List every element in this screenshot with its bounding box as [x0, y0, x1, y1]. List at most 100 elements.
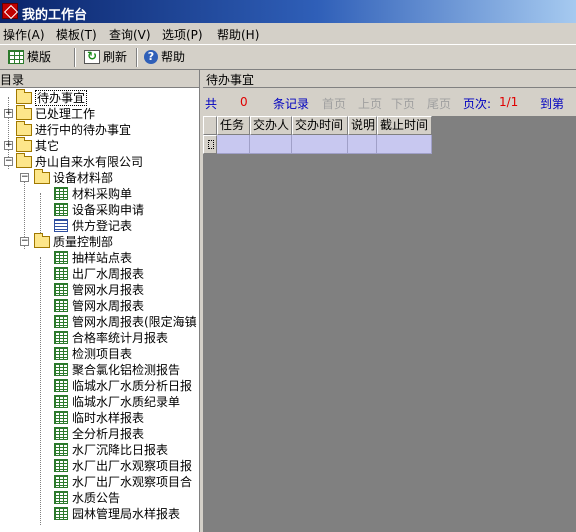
row-selector[interactable] — [203, 135, 217, 154]
tree-item-processed[interactable]: 已处理工作 — [16, 104, 96, 121]
tree-item-report[interactable]: 管网水周报表(限定海镇 — [54, 313, 197, 329]
toolbar-separator — [136, 48, 138, 67]
template-button[interactable]: 模版 — [8, 48, 51, 67]
collapse-icon[interactable]: − — [4, 157, 13, 166]
tree-item-material-purchase[interactable]: 材料采购单 — [54, 185, 132, 201]
tree-item-report[interactable]: 抽样站点表 — [54, 249, 132, 265]
tree-item-report[interactable]: 临城水厂水质分析日报 — [54, 377, 192, 393]
tree-item-report[interactable]: 园林管理局水样报表 — [54, 505, 180, 521]
tree-item-report[interactable]: 全分析月报表 — [54, 425, 144, 441]
tree-item-todo[interactable]: 待办事宜 — [16, 89, 88, 106]
tree-item-label: 材料采购单 — [72, 187, 133, 201]
tree-item-report[interactable]: 水厂沉降比日报表 — [54, 441, 168, 457]
menu-template[interactable]: 模板(T) — [56, 26, 97, 43]
sheet-icon — [54, 491, 68, 504]
tree-item-supplier-register[interactable]: 供方登记表 — [54, 217, 132, 233]
expand-icon[interactable]: + — [4, 109, 13, 118]
sheet-icon — [54, 411, 68, 424]
sheet-icon — [54, 187, 68, 200]
tree-item-report[interactable]: 临城水厂水质纪录单 — [54, 393, 180, 409]
sheet-icon — [54, 363, 68, 376]
pager-total-suffix: 条记录 — [273, 97, 310, 111]
folder-icon — [16, 120, 32, 136]
help-button[interactable]: ? 帮助 — [144, 48, 185, 67]
column-header-note[interactable]: 说明 — [348, 116, 377, 135]
menu-help[interactable]: 帮助(H) — [217, 26, 259, 43]
prev-page-link[interactable]: 上页 — [358, 95, 382, 112]
last-page-link[interactable]: 尾页 — [427, 95, 451, 112]
row-selector-header — [203, 116, 217, 135]
sheet-icon — [54, 459, 68, 472]
page-label: 页次: — [463, 97, 492, 111]
tree-item-report[interactable]: 水质公告 — [54, 489, 120, 505]
tree-item-equipment-dept[interactable]: 设备材料部 — [34, 168, 113, 185]
column-header-assigner[interactable]: 交办人 — [250, 116, 292, 135]
tree-item-quality-dept[interactable]: 质量控制部 — [34, 232, 114, 249]
expand-icon[interactable]: + — [4, 141, 13, 150]
template-button-label: 模版 — [27, 50, 52, 64]
sheet-icon — [54, 443, 68, 456]
menu-operation[interactable]: 操作(A) — [3, 26, 45, 43]
table-cell[interactable] — [377, 135, 432, 154]
sheet-icon — [54, 251, 68, 264]
tree-item-report[interactable]: 管网水月报表 — [54, 281, 144, 297]
tree-item-label: 已处理工作 — [35, 107, 96, 121]
folder-icon — [16, 152, 32, 168]
title-bar: 我的工作台 — [0, 0, 576, 23]
toolbar: 模版 刷新 ?帮助 — [0, 44, 576, 70]
tree-item-report[interactable]: 检测项目表 — [54, 345, 132, 361]
collapse-icon[interactable]: − — [20, 173, 29, 182]
tree-item-label: 供方登记表 — [72, 219, 133, 233]
tree-item-report[interactable]: 聚合氯化铝检测报告 — [54, 361, 180, 377]
sheet-icon — [54, 475, 68, 488]
sheet-icon — [54, 315, 68, 328]
column-header-deadline[interactable]: 截止时间 — [377, 116, 432, 135]
tree-item-report[interactable]: 合格率统计月报表 — [54, 329, 168, 345]
tree-item-label: 进行中的待办事宜 — [35, 123, 132, 137]
tree-item-equipment-request[interactable]: 设备采购申请 — [54, 201, 144, 217]
sheet-icon — [54, 283, 68, 296]
directory-tree[interactable]: 待办事宜 + 已处理工作 进行中的待办事宜 + 其它 − 舟山自来水有限公司 −… — [0, 89, 199, 532]
table-cell[interactable] — [250, 135, 292, 154]
app-icon[interactable] — [2, 3, 18, 19]
tree-item-report[interactable]: 临时水样报表 — [54, 409, 144, 425]
todo-pane: 待办事宜 共 0 条记录 首页 上页 下页 尾页 页次: 1/1 到第 任务 交… — [203, 70, 576, 532]
tree-item-label: 水厂沉降比日报表 — [72, 443, 169, 457]
refresh-button[interactable]: 刷新 — [84, 48, 127, 67]
sheet-icon — [54, 331, 68, 344]
menu-query[interactable]: 查询(V) — [109, 26, 151, 43]
tree-item-label: 水厂出厂水观察项目报 — [72, 459, 193, 473]
column-header-assign-time[interactable]: 交办时间 — [292, 116, 348, 135]
todo-header: 待办事宜 — [203, 70, 576, 88]
tree-item-company[interactable]: 舟山自来水有限公司 — [16, 152, 143, 169]
tree-item-label: 管网水周报表(限定海镇 — [72, 315, 197, 329]
table-cell[interactable] — [292, 135, 348, 154]
collapse-icon[interactable]: − — [20, 237, 29, 246]
page-value: 1/1 — [499, 95, 519, 109]
menu-options[interactable]: 选项(P) — [162, 26, 203, 43]
sheet-icon — [54, 299, 68, 312]
tree-item-label: 水质公告 — [72, 491, 121, 505]
first-page-link[interactable]: 首页 — [322, 95, 346, 112]
menu-bar: 操作(A) 模板(T) 查询(V) 选项(P) 帮助(H) — [0, 23, 576, 43]
tree-item-label: 合格率统计月报表 — [72, 331, 169, 345]
column-header-task[interactable]: 任务 — [217, 116, 250, 135]
sheet-icon — [54, 395, 68, 408]
tree-item-label: 全分析月报表 — [72, 427, 145, 441]
tree-item-in-progress[interactable]: 进行中的待办事宜 — [16, 120, 132, 137]
tree-item-report[interactable]: 水厂出厂水观察项目报 — [54, 457, 192, 473]
table-cell[interactable] — [348, 135, 377, 154]
goto-page-link[interactable]: 到第 — [540, 95, 564, 112]
next-page-link[interactable]: 下页 — [391, 95, 415, 112]
tree-item-label: 质量控制部 — [53, 235, 114, 249]
tree-item-label: 管网水周报表 — [72, 299, 145, 313]
tree-item-other[interactable]: 其它 — [16, 136, 59, 153]
folder-icon — [16, 136, 32, 152]
tree-item-report[interactable]: 出厂水周报表 — [54, 265, 144, 281]
table-cell[interactable] — [217, 135, 250, 154]
tree-item-label: 出厂水周报表 — [72, 267, 145, 281]
pager-total-prefix: 共 — [205, 97, 218, 111]
sheet-icon — [54, 267, 68, 280]
tree-item-report[interactable]: 水厂出厂水观察项目合 — [54, 473, 192, 489]
tree-item-report[interactable]: 管网水周报表 — [54, 297, 144, 313]
